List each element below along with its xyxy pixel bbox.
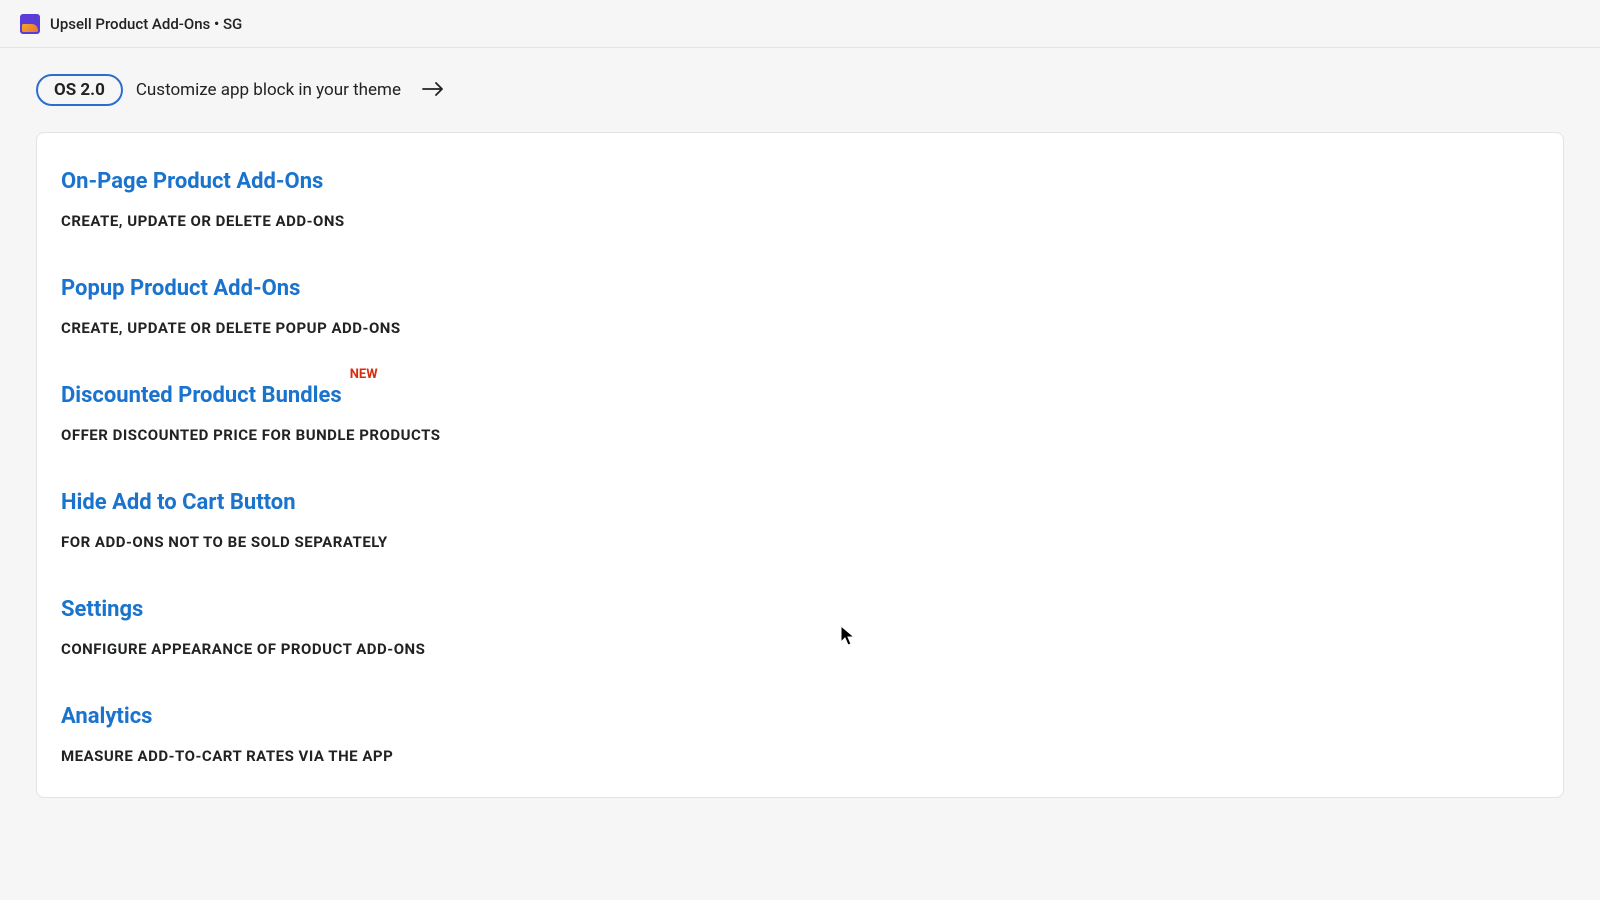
app-icon [20, 14, 40, 34]
menu-item-title: Settings [61, 597, 143, 622]
menu-item-desc: OFFER DISCOUNTED PRICE FOR BUNDLE PRODUC… [61, 426, 1539, 444]
menu-item-title: Discounted Product Bundles [61, 383, 342, 408]
menu-item-title: Popup Product Add-Ons [61, 276, 300, 301]
menu-item-desc: FOR ADD-ONS NOT TO BE SOLD SEPARATELY [61, 533, 1539, 551]
customize-bar[interactable]: OS 2.0 Customize app block in your theme [0, 48, 1600, 132]
menu-item-analytics[interactable]: Analytics MEASURE ADD-TO-CART RATES VIA … [61, 704, 1539, 765]
menu-item-desc: MEASURE ADD-TO-CART RATES VIA THE APP [61, 747, 1539, 765]
header-bar: Upsell Product Add-Ons • SG [0, 0, 1600, 48]
menu-item-settings[interactable]: Settings CONFIGURE APPEARANCE OF PRODUCT… [61, 597, 1539, 658]
main-menu-card: On-Page Product Add-Ons CREATE, UPDATE O… [36, 132, 1564, 798]
arrow-right-icon [422, 81, 444, 100]
menu-item-hide-addtocart[interactable]: Hide Add to Cart Button FOR ADD-ONS NOT … [61, 490, 1539, 551]
menu-item-popup-addons[interactable]: Popup Product Add-Ons CREATE, UPDATE OR … [61, 276, 1539, 337]
menu-item-onpage-addons[interactable]: On-Page Product Add-Ons CREATE, UPDATE O… [61, 169, 1539, 230]
menu-item-desc: CREATE, UPDATE OR DELETE ADD-ONS [61, 212, 1539, 230]
menu-item-bundles[interactable]: Discounted Product Bundles NEW OFFER DIS… [61, 383, 1539, 444]
menu-item-title: Hide Add to Cart Button [61, 490, 296, 515]
new-badge: NEW [350, 367, 378, 382]
menu-item-desc: CREATE, UPDATE OR DELETE POPUP ADD-ONS [61, 319, 1539, 337]
app-title: Upsell Product Add-Ons • SG [50, 15, 242, 33]
menu-item-desc: CONFIGURE APPEARANCE OF PRODUCT ADD-ONS [61, 640, 1539, 658]
menu-item-title: On-Page Product Add-Ons [61, 169, 323, 194]
menu-item-title: Analytics [61, 704, 152, 729]
customize-text: Customize app block in your theme [136, 80, 401, 100]
os-version-badge: OS 2.0 [36, 74, 123, 106]
